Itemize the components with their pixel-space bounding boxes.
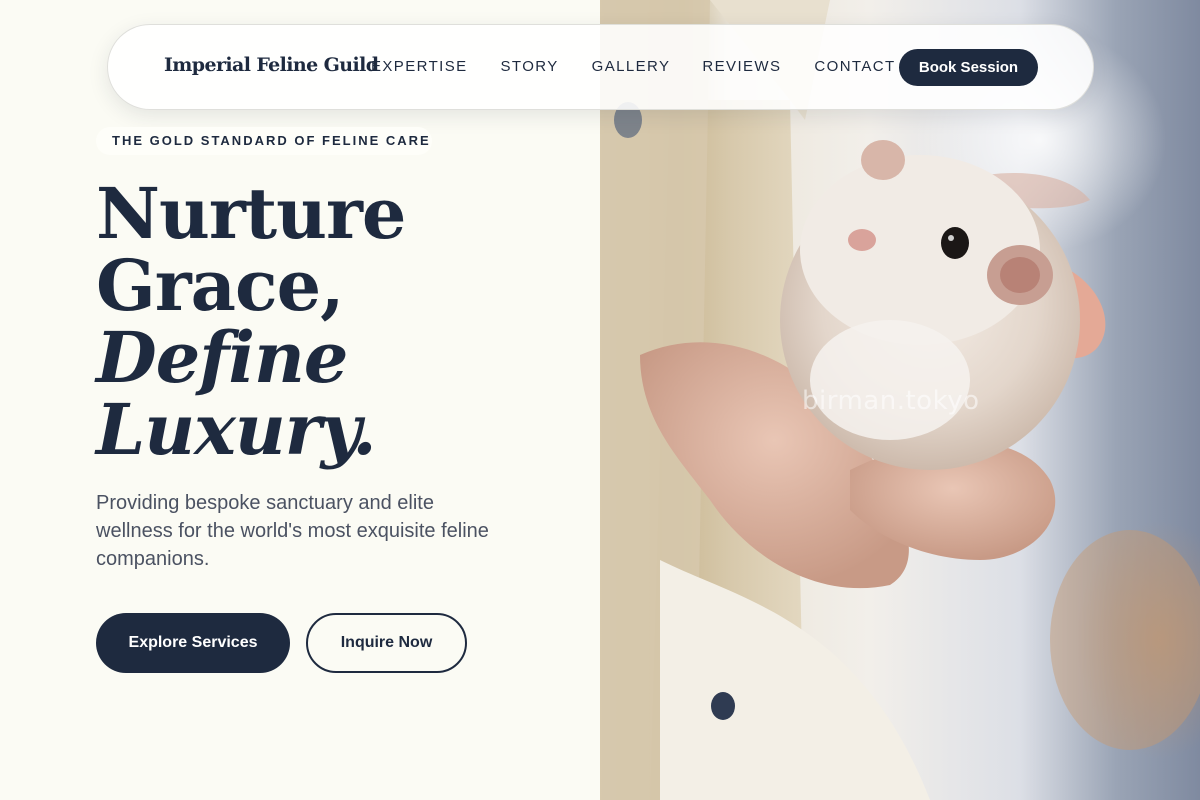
- eyebrow-badge: THE GOLD STANDARD OF FELINE CARE: [96, 127, 432, 155]
- brand-logo[interactable]: Imperial Feline Guild: [164, 54, 379, 76]
- hero-headline: Nurture Grace, Define Luxury.: [96, 172, 406, 471]
- image-watermark: birman.tokyo: [802, 386, 980, 416]
- nav-link-gallery[interactable]: GALLERY: [592, 58, 671, 75]
- hero-subtext: Providing bespoke sanctuary and elite we…: [96, 492, 489, 570]
- inquire-now-button[interactable]: Inquire Now: [306, 613, 467, 673]
- book-session-button[interactable]: Book Session: [899, 49, 1038, 86]
- headline-line-3: Define: [96, 316, 348, 399]
- headline-line-4: Luxury.: [96, 388, 377, 471]
- headline-line-1: Nurture: [96, 172, 406, 255]
- nav-links: EXPERTISE STORY GALLERY REVIEWS CONTACT: [371, 58, 896, 75]
- nav-link-story[interactable]: STORY: [501, 58, 559, 75]
- nav-link-reviews[interactable]: REVIEWS: [702, 58, 781, 75]
- hero-photo: birman.tokyo: [600, 0, 1200, 800]
- headline-line-2: Grace,: [96, 244, 345, 327]
- top-navigation: Imperial Feline Guild EXPERTISE STORY GA…: [107, 24, 1094, 110]
- nav-link-contact[interactable]: CONTACT: [814, 58, 895, 75]
- explore-services-button[interactable]: Explore Services: [96, 613, 290, 673]
- nav-link-expertise[interactable]: EXPERTISE: [371, 58, 468, 75]
